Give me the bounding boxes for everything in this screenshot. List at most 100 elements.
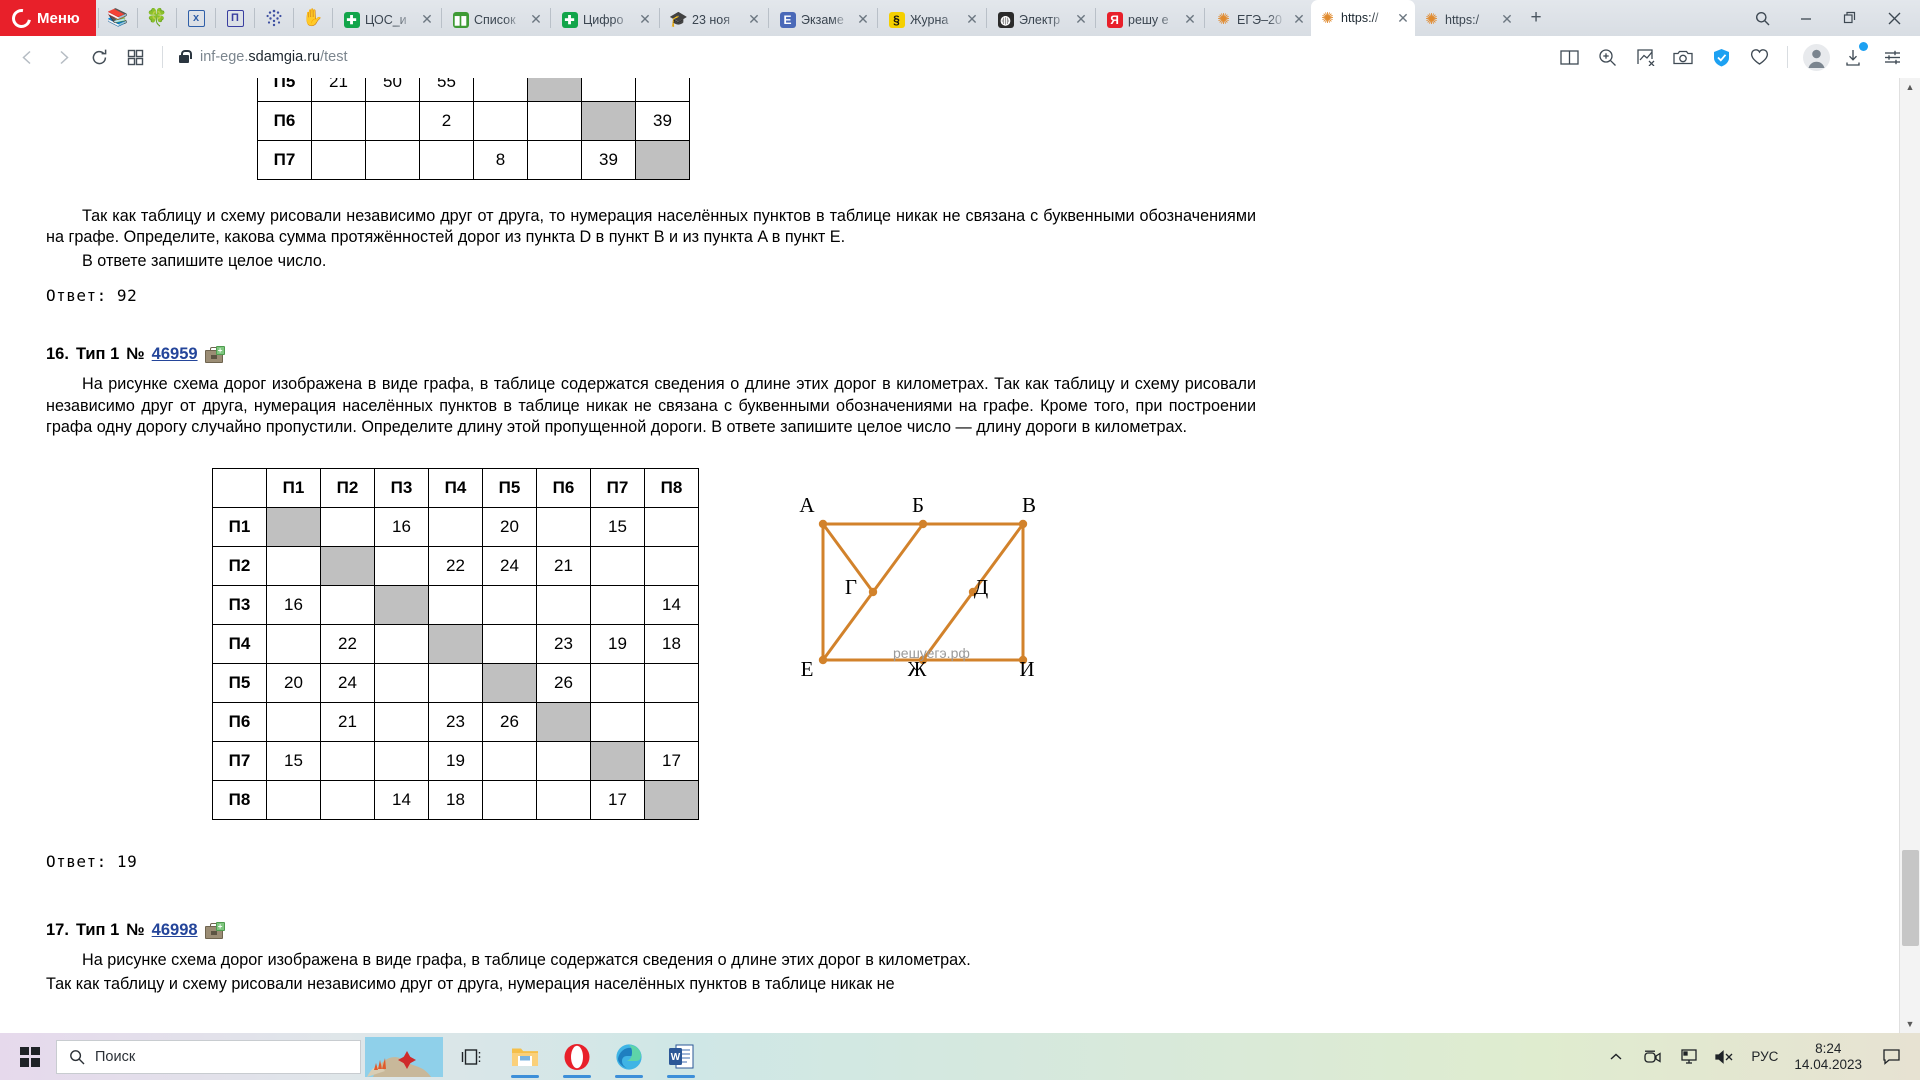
restore-button[interactable] — [1828, 0, 1872, 36]
camera-icon[interactable] — [1665, 42, 1701, 72]
matrix-cell — [482, 780, 537, 821]
edge-icon[interactable] — [603, 1033, 655, 1080]
tab-close-icon[interactable]: ✕ — [1395, 10, 1411, 27]
matrix-cell — [590, 546, 645, 587]
sunburst-icon: ✺ — [1321, 9, 1334, 27]
browser-tab[interactable]: ▮▮ Список ✕ — [444, 3, 548, 36]
books-icon[interactable]: 📚 — [101, 0, 135, 36]
browser-tab[interactable]: Ярешу е ✕ — [1098, 3, 1202, 36]
profile-avatar-icon[interactable] — [1798, 42, 1834, 72]
heart-icon[interactable] — [1741, 42, 1777, 72]
vertical-scrollbar[interactable]: ▲ ▼ — [1899, 78, 1920, 1033]
zoom-icon[interactable] — [1589, 42, 1625, 72]
green-cross-icon: ✚ — [561, 11, 578, 28]
briefcase-add-icon[interactable]: + — [204, 921, 225, 939]
vpn-shield-icon[interactable] — [1703, 42, 1739, 72]
new-tab-button[interactable]: + — [1519, 0, 1553, 36]
browser-tab[interactable]: ✺ https:/ ✕ — [1415, 3, 1519, 36]
tab-close-icon[interactable]: ✕ — [855, 11, 871, 28]
scroll-up-arrow[interactable]: ▲ — [1900, 78, 1920, 96]
presentation-icon[interactable]: П — [218, 0, 252, 36]
tab-close-icon[interactable]: ✕ — [1291, 11, 1307, 28]
weather-widget[interactable] — [361, 1033, 447, 1080]
word-icon[interactable]: W — [655, 1033, 707, 1080]
matrix-cell — [320, 741, 375, 782]
matrix-diagonal-cell — [527, 78, 582, 102]
browser-tab[interactable]: ✚ ЦОС_и ✕ — [335, 3, 439, 36]
task-16-id-link[interactable]: 46959 — [152, 345, 198, 364]
tab-close-icon[interactable]: ✕ — [637, 11, 653, 28]
matrix-cell — [473, 78, 528, 102]
task-16-answer: Ответ: 19 — [46, 852, 138, 872]
dots-sphere-icon[interactable] — [257, 0, 291, 36]
matrix-diagonal-cell — [374, 585, 429, 626]
divider — [215, 8, 216, 28]
minimize-button[interactable] — [1784, 0, 1828, 36]
graph-node-label: Е — [801, 657, 814, 681]
forward-button[interactable] — [46, 42, 80, 72]
spreadsheet-icon[interactable]: x — [179, 0, 213, 36]
easy-setup-icon[interactable] — [1874, 42, 1910, 72]
divider — [550, 8, 551, 28]
matrix-cell: 2 — [419, 101, 474, 141]
task-16-number: 16. — [46, 345, 69, 364]
yellow-paragraph-icon: § — [888, 11, 905, 28]
browser-tab[interactable]: ✚ Цифро ✕ — [553, 3, 657, 36]
speed-dial-button[interactable] — [118, 42, 152, 72]
back-button[interactable] — [10, 42, 44, 72]
browser-tab[interactable]: ✺ https:// ✕ — [1311, 0, 1415, 36]
tab-title: ЕГЭ–20 — [1237, 12, 1282, 27]
globe-clover-icon[interactable]: 🍀 — [140, 0, 174, 36]
windows-start-icon[interactable] — [6, 1033, 54, 1080]
file-explorer-icon[interactable] — [499, 1033, 551, 1080]
snapshot-icon[interactable] — [1627, 42, 1663, 72]
opera-menu-button[interactable]: Меню — [0, 0, 96, 36]
tab-close-icon[interactable]: ✕ — [528, 11, 544, 28]
reload-button[interactable] — [82, 42, 116, 72]
prev-task-answer: Ответ: 92 — [46, 286, 138, 306]
hand-icon[interactable]: ✋ — [296, 0, 330, 36]
scroll-down-arrow[interactable]: ▼ — [1900, 1015, 1920, 1033]
reader-icon[interactable] — [1551, 42, 1587, 72]
divider — [1204, 8, 1205, 28]
scrollbar-thumb[interactable] — [1902, 850, 1919, 946]
opera-icon[interactable] — [551, 1033, 603, 1080]
browser-tab[interactable]: 🎓 23 ноя ✕ — [662, 3, 766, 36]
matrix-cell — [320, 585, 375, 626]
tab-close-icon[interactable]: ✕ — [419, 11, 435, 28]
volume-muted-icon[interactable] — [1707, 1033, 1741, 1080]
taskbar-search-input[interactable]: Поиск — [56, 1039, 361, 1074]
task-17-id-link[interactable]: 46998 — [152, 921, 198, 940]
network-display-icon[interactable] — [1671, 1033, 1705, 1080]
yandex-icon: Я — [1106, 11, 1123, 28]
tab-close-icon[interactable]: ✕ — [746, 11, 762, 28]
tab-close-icon[interactable]: ✕ — [1499, 11, 1515, 28]
browser-tab[interactable]: E Экзаме ✕ — [771, 3, 875, 36]
language-indicator[interactable]: РУС — [1743, 1049, 1786, 1064]
browser-tab[interactable]: ◍ Электр ✕ — [989, 3, 1093, 36]
show-hidden-icons-chevron[interactable] — [1599, 1033, 1633, 1080]
url-input[interactable]: inf-ege.sdamgia.ru/test — [173, 42, 1549, 72]
matrix-cell: 15 — [590, 507, 645, 548]
matrix-cell — [644, 702, 699, 743]
task-view-icon[interactable] — [447, 1033, 499, 1080]
black-globe-icon: ◍ — [997, 11, 1014, 28]
tab-close-icon[interactable]: ✕ — [1182, 11, 1198, 28]
matrix-diagonal-cell — [428, 624, 483, 665]
opera-logo-icon — [8, 4, 35, 32]
tab-search-icon[interactable] — [1740, 0, 1784, 36]
downloads-icon[interactable] — [1836, 42, 1872, 72]
briefcase-add-icon[interactable]: + — [204, 345, 225, 363]
column-header: П3 — [374, 468, 429, 509]
tab-close-icon[interactable]: ✕ — [964, 11, 980, 28]
camera-meeting-icon[interactable] — [1635, 1033, 1669, 1080]
graph-node-label: И — [1019, 657, 1034, 681]
matrix-cell: 22 — [320, 624, 375, 665]
tab-close-icon[interactable]: ✕ — [1073, 11, 1089, 28]
divider — [137, 8, 138, 28]
notification-center-icon[interactable] — [1874, 1033, 1908, 1080]
browser-tab[interactable]: § Журна ✕ — [880, 3, 984, 36]
clock[interactable]: 8:24 14.04.2023 — [1788, 1041, 1872, 1073]
close-button[interactable] — [1872, 0, 1916, 36]
browser-tab[interactable]: ✺ ЕГЭ–20 ✕ — [1207, 3, 1311, 36]
